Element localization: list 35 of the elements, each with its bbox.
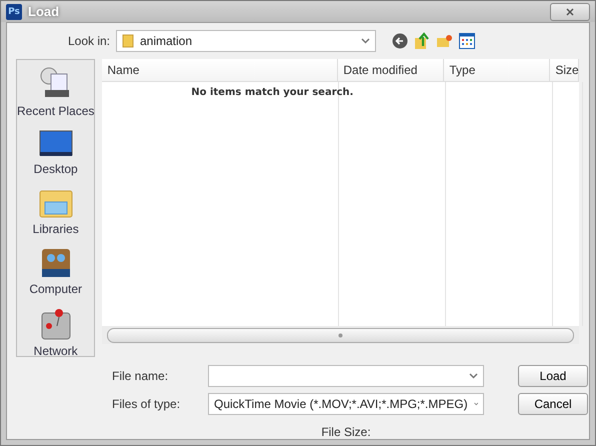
close-icon[interactable] (566, 8, 574, 16)
file-type-label: Files of type: (112, 397, 182, 411)
file-name-label: File name: (112, 369, 170, 383)
look-in-label: Look in: (66, 34, 111, 48)
chevron-down-icon[interactable] (474, 401, 478, 407)
folder-icon (122, 34, 134, 48)
place-item[interactable]: Recent Places (17, 66, 94, 118)
empty-message: No items match your search. (190, 87, 354, 98)
grid-view-icon[interactable] (459, 33, 475, 49)
place-item[interactable]: Computer (29, 248, 82, 296)
look-in-dropdown[interactable]: animation (116, 30, 376, 52)
chevron-down-icon[interactable] (361, 38, 370, 44)
folder-up-arrow-icon[interactable] (414, 32, 430, 50)
app-badge: Ps (6, 4, 22, 20)
place-item[interactable]: Libraries (32, 188, 79, 236)
folder-icon (38, 188, 73, 218)
computer-icon (40, 248, 71, 278)
window-title: Load (28, 4, 60, 19)
monitor-icon (38, 130, 73, 158)
file-type-dropdown[interactable]: QuickTime Movie (*.MOV;*.AVI;*.MPG;*.MPEG) (208, 393, 484, 415)
place-item[interactable]: Desktop (34, 130, 78, 176)
column-header[interactable]: Name (102, 59, 338, 81)
file-name-field[interactable] (208, 365, 484, 387)
new-folder-icon[interactable] (436, 34, 453, 48)
place-item[interactable]: Network (34, 308, 78, 358)
chevron-down-icon[interactable] (469, 373, 478, 379)
cancel-button[interactable]: Cancel (518, 393, 588, 415)
column-header[interactable]: Type (444, 59, 550, 81)
file-size-label: File Size: (320, 425, 372, 439)
column-header[interactable]: Size (550, 59, 580, 81)
grip-icon (338, 332, 344, 338)
map-with-pin-icon (40, 308, 71, 340)
load-button[interactable]: Load (518, 365, 588, 387)
column-header[interactable]: Date modified (338, 59, 444, 81)
close-button[interactable] (550, 2, 590, 20)
